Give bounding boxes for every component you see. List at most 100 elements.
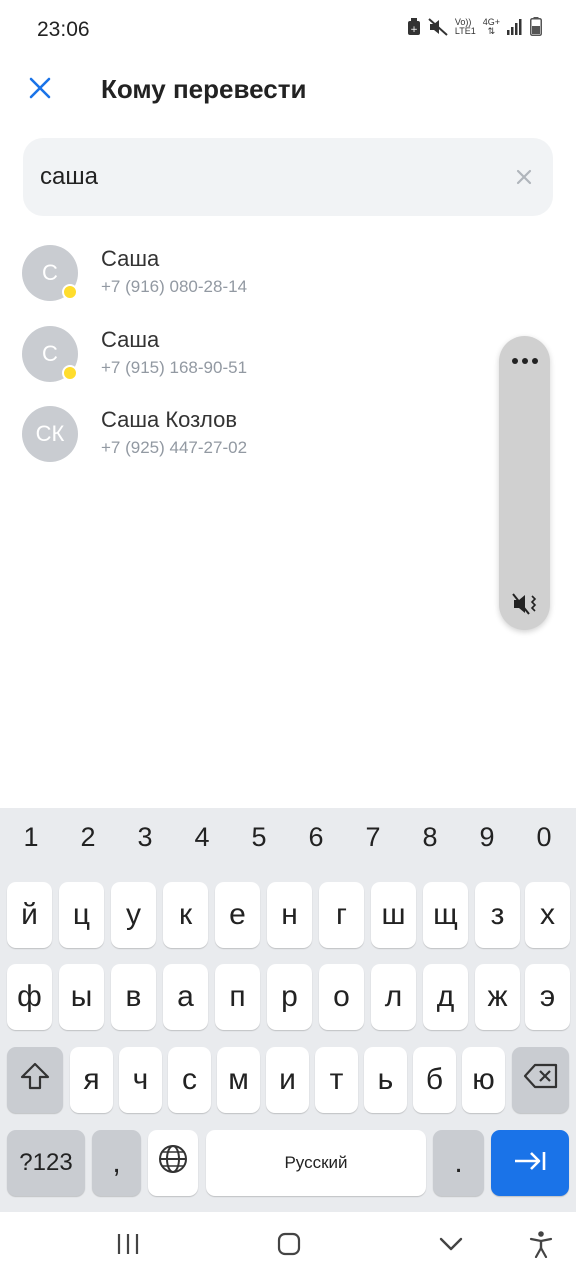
key-letter[interactable]: т	[315, 1047, 358, 1113]
key-letter[interactable]: ч	[119, 1047, 162, 1113]
backspace-icon	[523, 1063, 559, 1097]
avatar-initials: С	[42, 260, 58, 285]
backspace-key[interactable]	[512, 1047, 569, 1113]
key-letter[interactable]: ь	[364, 1047, 407, 1113]
key-6[interactable]: 6	[296, 822, 336, 853]
key-1[interactable]: 1	[11, 822, 51, 853]
key-letter[interactable]: я	[70, 1047, 113, 1113]
comma-key[interactable]: ,	[92, 1130, 141, 1196]
key-letter[interactable]: р	[267, 964, 312, 1030]
home-icon	[277, 1232, 301, 1261]
contact-phone: +7 (916) 080-28-14	[101, 277, 248, 296]
key-letter[interactable]: ю	[462, 1047, 505, 1113]
navigation-bar	[0, 1212, 576, 1280]
key-2[interactable]: 2	[68, 822, 108, 853]
vibrate-mute-icon	[511, 593, 539, 622]
space-key[interactable]: Русский	[206, 1130, 426, 1196]
key-letter[interactable]: з	[475, 882, 520, 948]
language-key[interactable]	[148, 1130, 198, 1196]
contact-name: Саша	[101, 246, 160, 271]
back-button[interactable]	[435, 1230, 467, 1262]
network-arrows: ⇅	[487, 25, 496, 36]
key-0[interactable]: 0	[524, 822, 564, 853]
contact-item[interactable]: СК Саша Козлов +7 (925) 447-27-02	[0, 401, 576, 481]
mute-icon	[428, 17, 448, 36]
network-4g-icon: 4G+ ⇅	[483, 17, 500, 36]
key-letter[interactable]: д	[423, 964, 468, 1030]
contact-item[interactable]: С Саша +7 (916) 080-28-14	[0, 240, 576, 320]
status-time: 23:06	[37, 18, 90, 41]
key-5[interactable]: 5	[239, 822, 279, 853]
next-key[interactable]	[491, 1130, 569, 1196]
key-letter[interactable]: ф	[7, 964, 52, 1030]
key-letter[interactable]: ц	[59, 882, 104, 948]
search-box	[23, 138, 553, 216]
back-icon	[439, 1237, 463, 1256]
volume-panel	[499, 336, 550, 630]
key-letter[interactable]: ж	[475, 964, 520, 1030]
status-icons: + Vo)) LTE1 4G+ ⇅	[407, 17, 542, 36]
contact-name: Саша	[101, 327, 160, 352]
symbols-key[interactable]: ?123	[7, 1130, 85, 1196]
shift-icon	[19, 1061, 51, 1099]
shift-key[interactable]	[7, 1047, 63, 1113]
key-letter[interactable]: н	[267, 882, 312, 948]
key-letter[interactable]: ы	[59, 964, 104, 1030]
key-letter[interactable]: щ	[423, 882, 468, 948]
key-letter[interactable]: л	[371, 964, 416, 1030]
key-letter[interactable]: м	[217, 1047, 260, 1113]
avatar-initials: С	[42, 341, 58, 366]
header: Кому перевести	[0, 60, 576, 120]
keyboard: 1 2 3 4 5 6 7 8 9 0 й ц у к е н г ш щ з …	[0, 808, 576, 1212]
key-letter[interactable]: в	[111, 964, 156, 1030]
status-badge	[62, 365, 78, 381]
home-button[interactable]	[273, 1230, 305, 1262]
contact-name: Саша Козлов	[101, 407, 238, 432]
page-title: Кому перевести	[101, 74, 307, 104]
key-letter[interactable]: у	[111, 882, 156, 948]
key-7[interactable]: 7	[353, 822, 393, 853]
contact-phone: +7 (915) 168-90-51	[101, 358, 248, 377]
key-letter[interactable]: х	[525, 882, 570, 948]
recent-apps-icon	[116, 1233, 140, 1260]
clear-icon	[513, 169, 535, 192]
recent-apps-button[interactable]	[112, 1230, 144, 1262]
avatar: СК	[22, 406, 78, 462]
key-letter[interactable]: а	[163, 964, 208, 1030]
number-row: 1 2 3 4 5 6 7 8 9 0	[0, 822, 576, 862]
key-letter[interactable]: ш	[371, 882, 416, 948]
svg-text:+: +	[410, 25, 418, 35]
key-letter[interactable]: с	[168, 1047, 211, 1113]
volume-more-button[interactable]	[499, 348, 550, 374]
vibrate-mute-button[interactable]	[511, 590, 539, 618]
key-9[interactable]: 9	[467, 822, 507, 853]
data-saver-icon: +	[407, 17, 421, 36]
status-bar: 23:06 + Vo)) LTE1 4G+ ⇅	[0, 0, 576, 60]
battery-icon	[530, 17, 542, 36]
globe-icon	[157, 1143, 189, 1183]
avatar-initials: СК	[35, 421, 65, 446]
next-arrow-icon	[513, 1146, 547, 1180]
key-letter[interactable]: е	[215, 882, 260, 948]
signal-icon	[507, 18, 523, 35]
key-letter[interactable]: и	[266, 1047, 309, 1113]
key-8[interactable]: 8	[410, 822, 450, 853]
accessibility-button[interactable]	[525, 1230, 557, 1262]
key-letter[interactable]: э	[525, 964, 570, 1030]
key-letter[interactable]: к	[163, 882, 208, 948]
key-letter[interactable]: п	[215, 964, 260, 1030]
key-letter[interactable]: о	[319, 964, 364, 1030]
key-4[interactable]: 4	[182, 822, 222, 853]
close-button[interactable]	[22, 72, 58, 108]
search-input[interactable]	[40, 160, 480, 194]
volte-icon: Vo)) LTE1	[455, 17, 476, 36]
accessibility-icon	[529, 1230, 553, 1263]
key-letter[interactable]: б	[413, 1047, 456, 1113]
key-letter[interactable]: й	[7, 882, 52, 948]
clear-search-button[interactable]	[513, 166, 535, 188]
key-3[interactable]: 3	[125, 822, 165, 853]
key-letter[interactable]: г	[319, 882, 364, 948]
contact-item[interactable]: С Саша +7 (915) 168-90-51	[0, 321, 576, 401]
status-badge	[62, 284, 78, 300]
period-key[interactable]: .	[433, 1130, 484, 1196]
